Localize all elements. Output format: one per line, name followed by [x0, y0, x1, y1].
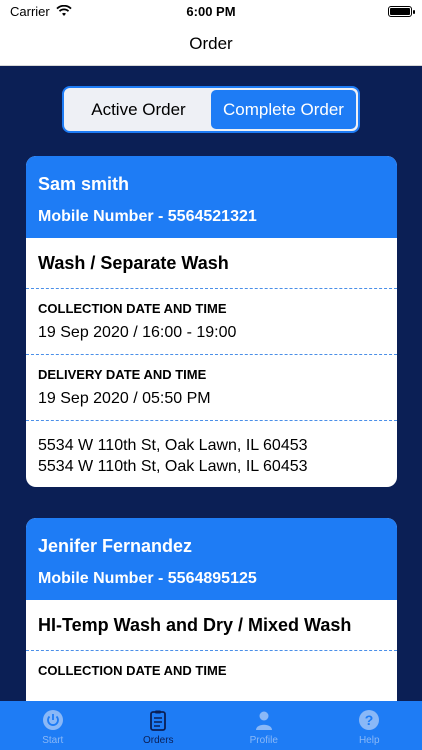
address: 5534 W 110th St, Oak Lawn, IL 60453 5534…	[26, 421, 397, 487]
collection-label: COLLECTION DATE AND TIME	[38, 301, 227, 316]
tab-label: Orders	[142, 735, 174, 746]
person-icon	[255, 711, 272, 730]
navigation-bar: Order	[0, 22, 422, 66]
battery-icon	[388, 5, 415, 17]
tab-orders[interactable]: Orders	[106, 701, 212, 750]
order-card[interactable]: Sam smith Mobile Number - 5564521321 Was…	[26, 156, 397, 487]
address-line-2: 5534 W 110th St, Oak Lawn, IL 60453	[38, 458, 308, 475]
tab-bar: Start Orders Profile ? Help	[0, 701, 422, 750]
tab-label: Profile	[249, 735, 278, 746]
order-segmented-control: Active Order Complete Order	[62, 86, 360, 133]
order-list[interactable]: Sam smith Mobile Number - 5564521321 Was…	[0, 156, 422, 701]
clipboard-icon	[150, 710, 167, 731]
active-order-tab[interactable]: Active Order	[66, 90, 211, 129]
tab-profile[interactable]: Profile	[211, 701, 317, 750]
tab-help[interactable]: ? Help	[317, 701, 422, 750]
page-title: Order	[189, 33, 233, 53]
order-card-header: Jenifer Fernandez Mobile Number - 556489…	[26, 518, 397, 600]
customer-name: Sam smith	[38, 174, 130, 194]
tab-start[interactable]: Start	[0, 701, 106, 750]
status-bar: Carrier 6:00 PM	[0, 0, 422, 22]
power-icon	[42, 710, 63, 730]
order-card[interactable]: Jenifer Fernandez Mobile Number - 556489…	[26, 518, 397, 701]
collection-label: COLLECTION DATE AND TIME	[38, 663, 227, 678]
mobile-number: Mobile Number - 5564521321	[38, 208, 257, 225]
customer-name: Jenifer Fernandez	[38, 536, 193, 556]
status-left: Carrier	[10, 4, 72, 19]
address-line-1: 5534 W 110th St, Oak Lawn, IL 60453	[38, 437, 308, 454]
tab-label: Help	[358, 735, 380, 746]
delivery-value: 19 Sep 2020 / 05:50 PM	[38, 390, 211, 407]
service-name: HI-Temp Wash and Dry / Mixed Wash	[38, 614, 352, 635]
order-card-header: Sam smith Mobile Number - 5564521321	[26, 156, 397, 238]
collection-value: 19 Sep 2020 / 16:00 - 19:00	[38, 324, 237, 341]
carrier-label: Carrier	[10, 3, 50, 19]
tab-label: Start	[42, 735, 64, 746]
mobile-number: Mobile Number - 5564895125	[38, 570, 257, 587]
question-icon: ?	[359, 710, 380, 730]
svg-text:?: ?	[365, 712, 374, 728]
service-name: Wash / Separate Wash	[38, 252, 229, 273]
wifi-icon	[56, 5, 72, 16]
delivery-label: DELIVERY DATE AND TIME	[38, 367, 207, 382]
complete-order-tab[interactable]: Complete Order	[211, 90, 356, 129]
